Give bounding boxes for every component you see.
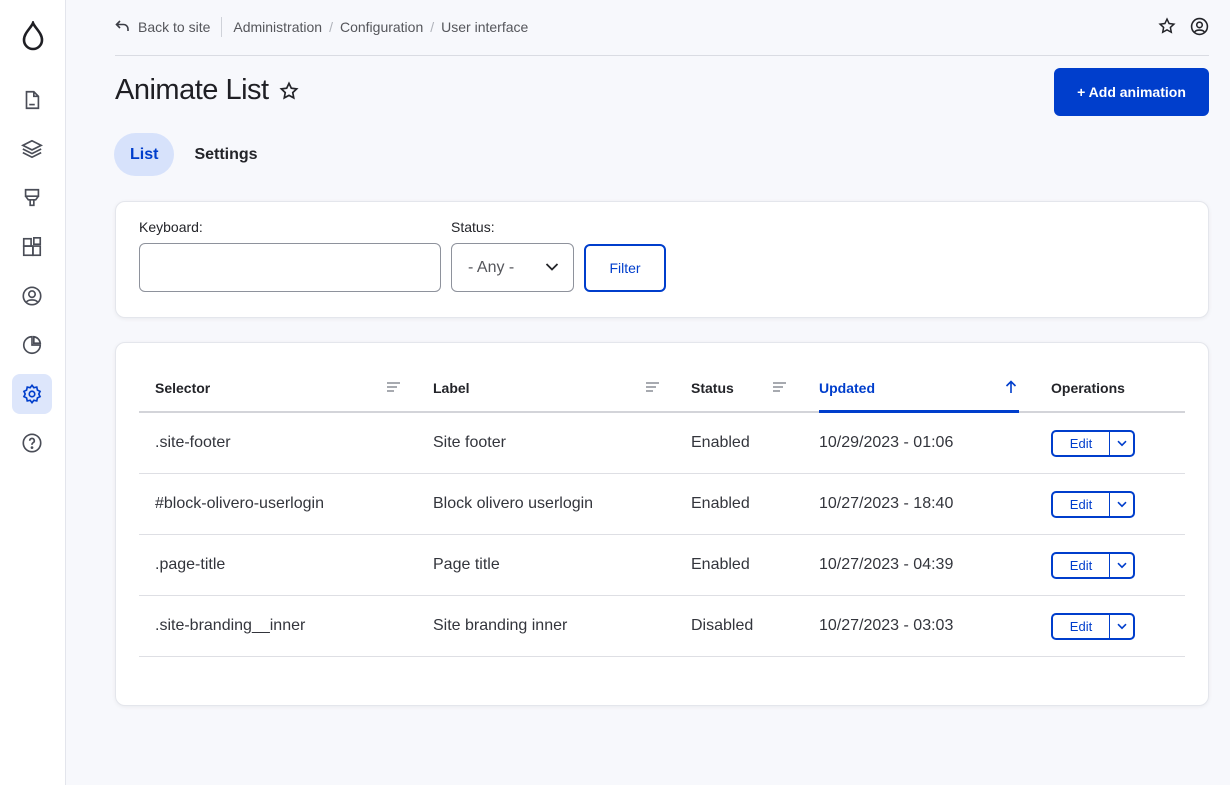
sort-lines-icon bbox=[646, 380, 659, 396]
breadcrumb-separator: / bbox=[329, 19, 333, 35]
user-account-icon[interactable] bbox=[1189, 16, 1209, 36]
dropbutton-toggle-chevron-icon[interactable] bbox=[1110, 615, 1133, 638]
edit-button[interactable]: Edit bbox=[1053, 554, 1110, 577]
sort-lines-icon bbox=[773, 380, 786, 396]
status-select[interactable]: - Any - bbox=[451, 243, 574, 292]
column-updated-label: Updated bbox=[819, 379, 875, 396]
operations-dropbutton: Edit bbox=[1051, 552, 1135, 579]
admin-sidebar bbox=[0, 0, 66, 785]
cell-selector: #block-olivero-userlogin bbox=[155, 495, 324, 512]
top-bar: Back to site Administration / Configurat… bbox=[115, 0, 1209, 56]
local-tabs: List Settings bbox=[114, 133, 274, 176]
breadcrumb-user-interface[interactable]: User interface bbox=[441, 19, 528, 35]
cell-label: Block olivero userlogin bbox=[433, 495, 594, 512]
edit-button[interactable]: Edit bbox=[1053, 493, 1110, 516]
column-status-label: Status bbox=[691, 380, 734, 396]
cell-label: Page title bbox=[433, 556, 500, 573]
cell-selector: .site-branding__inner bbox=[155, 617, 306, 634]
cell-updated: 10/29/2023 - 01:06 bbox=[819, 434, 954, 451]
sort-ascending-arrow-icon bbox=[1005, 380, 1017, 397]
animations-table: Selector Label Status Updated Operations bbox=[115, 342, 1209, 706]
edit-button[interactable]: Edit bbox=[1053, 615, 1110, 638]
edit-button[interactable]: Edit bbox=[1053, 432, 1110, 455]
column-updated[interactable]: Updated bbox=[819, 365, 1019, 413]
column-operations-label: Operations bbox=[1051, 380, 1125, 396]
dropbutton-toggle-chevron-icon[interactable] bbox=[1110, 554, 1133, 577]
page-title: Animate List bbox=[115, 74, 269, 106]
add-shortcut-star-icon[interactable] bbox=[279, 80, 301, 102]
operations-dropbutton: Edit bbox=[1051, 491, 1135, 518]
content-page-icon[interactable] bbox=[12, 80, 52, 120]
structure-layers-icon[interactable] bbox=[12, 129, 52, 169]
column-status[interactable]: Status bbox=[675, 365, 787, 411]
status-select-value: - Any - bbox=[468, 258, 515, 276]
table-row: #block-olivero-userlogin Block olivero u… bbox=[139, 474, 1185, 535]
breadcrumb: Back to site Administration / Configurat… bbox=[115, 17, 528, 37]
appearance-brush-icon[interactable] bbox=[12, 178, 52, 218]
table-row: .site-footer Site footer Enabled 10/29/2… bbox=[139, 413, 1185, 474]
configuration-gear-icon[interactable] bbox=[12, 374, 52, 414]
cell-status: Enabled bbox=[691, 556, 750, 573]
keyword-input[interactable] bbox=[139, 243, 441, 292]
dropbutton-toggle-chevron-icon[interactable] bbox=[1110, 493, 1133, 516]
breadcrumb-configuration[interactable]: Configuration bbox=[340, 19, 423, 35]
dropbutton-toggle-chevron-icon[interactable] bbox=[1110, 432, 1133, 455]
cell-updated: 10/27/2023 - 18:40 bbox=[819, 495, 954, 512]
tab-list[interactable]: List bbox=[114, 133, 175, 176]
top-actions bbox=[1157, 16, 1209, 36]
column-selector-label: Selector bbox=[155, 380, 211, 396]
back-to-site-label: Back to site bbox=[138, 19, 211, 35]
operations-dropbutton: Edit bbox=[1051, 430, 1135, 457]
keyword-label: Keyboard: bbox=[139, 219, 203, 235]
filter-button[interactable]: Filter bbox=[584, 244, 666, 292]
drupal-drop-icon[interactable] bbox=[16, 16, 50, 56]
add-animation-button[interactable]: + Add animation bbox=[1054, 68, 1209, 116]
people-user-icon[interactable] bbox=[12, 276, 52, 316]
cell-status: Disabled bbox=[691, 617, 754, 634]
shortcuts-star-icon[interactable] bbox=[1157, 16, 1177, 36]
cell-updated: 10/27/2023 - 03:03 bbox=[819, 617, 954, 634]
status-label: Status: bbox=[451, 219, 495, 235]
tab-settings[interactable]: Settings bbox=[178, 133, 273, 176]
page-header: Animate List bbox=[115, 74, 301, 107]
breadcrumb-separator: / bbox=[430, 19, 435, 35]
column-operations: Operations bbox=[1051, 365, 1181, 411]
cell-selector: .site-footer bbox=[155, 434, 231, 451]
operations-dropbutton: Edit bbox=[1051, 613, 1135, 640]
extend-blocks-icon[interactable] bbox=[12, 227, 52, 267]
back-arrow-icon bbox=[115, 19, 130, 36]
back-to-site-link[interactable]: Back to site bbox=[115, 19, 210, 36]
cell-updated: 10/27/2023 - 04:39 bbox=[819, 556, 954, 573]
table-header: Selector Label Status Updated Operations bbox=[139, 365, 1185, 413]
sort-lines-icon bbox=[387, 380, 400, 396]
cell-label: Site footer bbox=[433, 434, 506, 451]
column-label[interactable]: Label bbox=[417, 365, 659, 411]
table-row: .site-branding__inner Site branding inne… bbox=[139, 596, 1185, 657]
breadcrumb-divider bbox=[221, 17, 223, 37]
filter-panel: Keyboard: Status: - Any - Filter bbox=[115, 201, 1209, 318]
help-question-icon[interactable] bbox=[12, 423, 52, 463]
column-label-label: Label bbox=[433, 380, 470, 396]
chevron-down-icon bbox=[545, 260, 559, 279]
cell-label: Site branding inner bbox=[433, 617, 568, 634]
cell-status: Enabled bbox=[691, 434, 750, 451]
column-selector[interactable]: Selector bbox=[139, 365, 401, 411]
cell-selector: .page-title bbox=[155, 556, 226, 573]
table-row: .page-title Page title Enabled 10/27/202… bbox=[139, 535, 1185, 596]
reports-pie-icon[interactable] bbox=[12, 325, 52, 365]
breadcrumb-administration[interactable]: Administration bbox=[233, 19, 322, 35]
cell-status: Enabled bbox=[691, 495, 750, 512]
